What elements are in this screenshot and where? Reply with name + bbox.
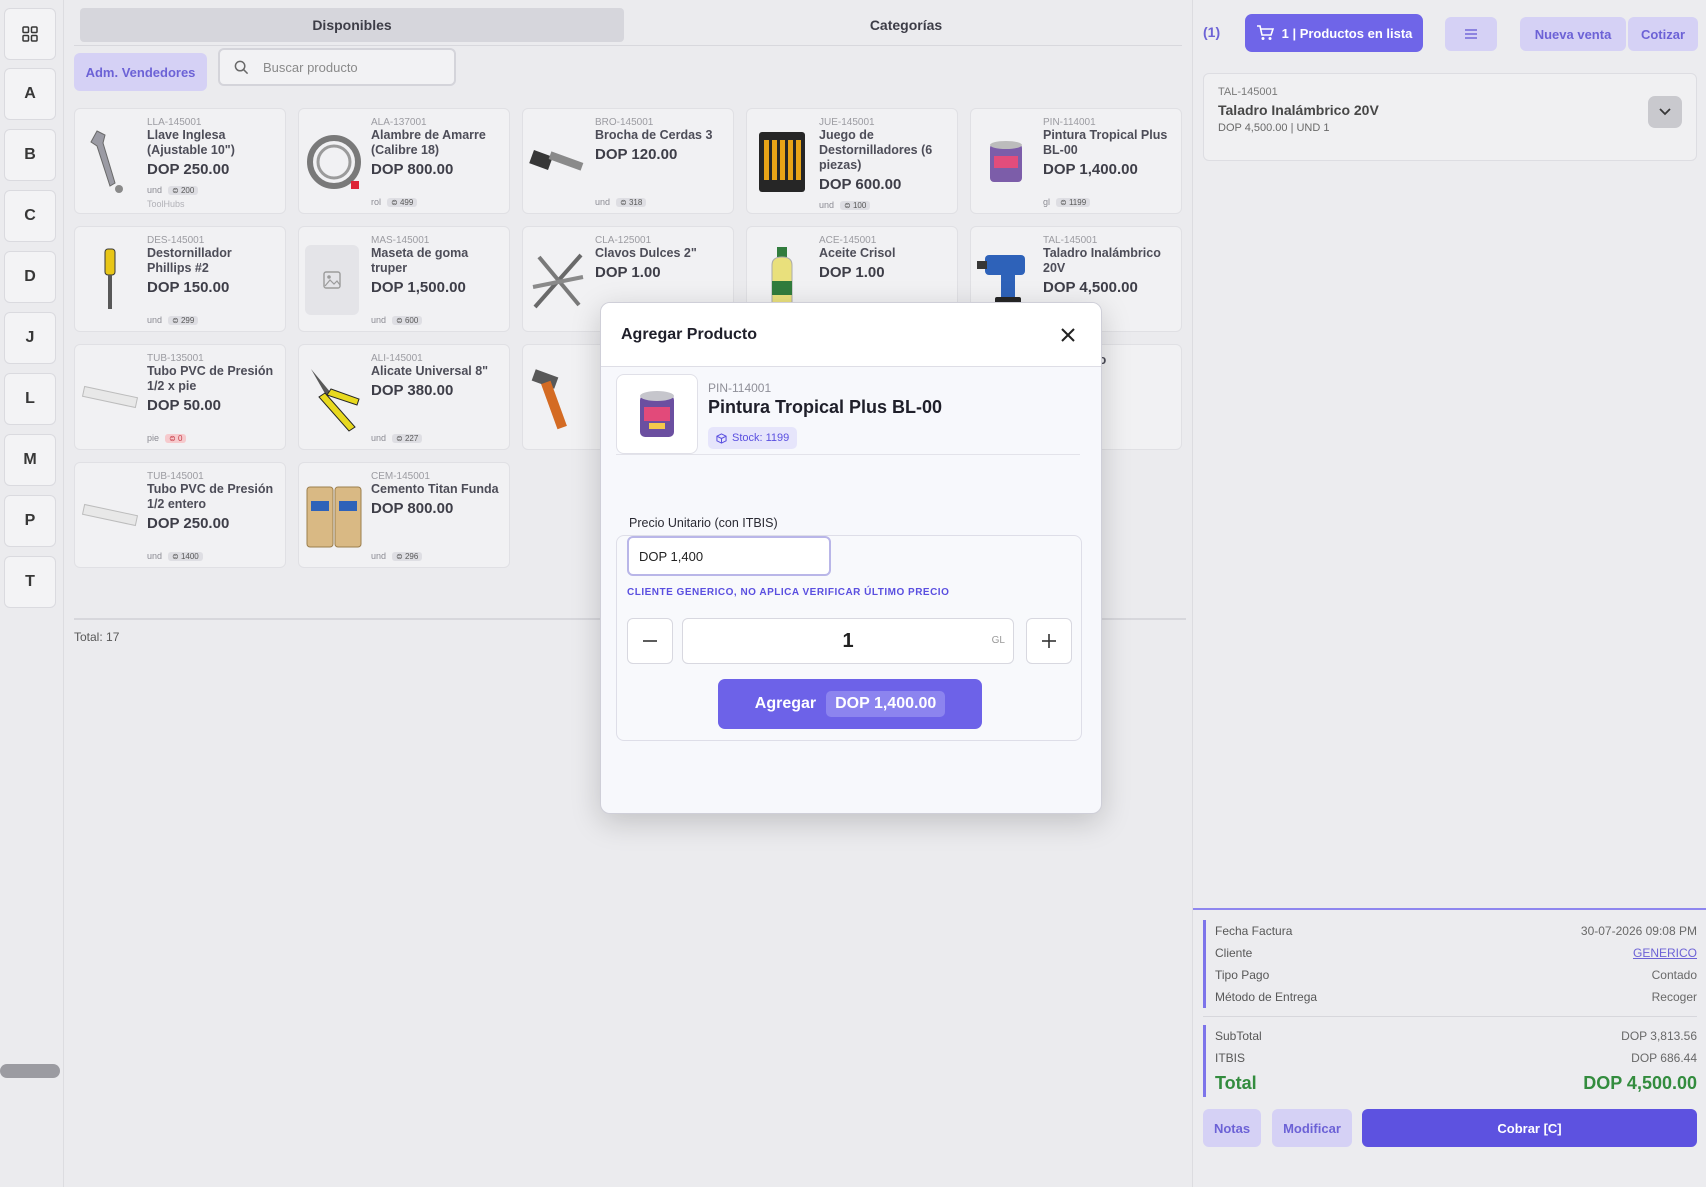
stock-text: Stock: 1199 [732,432,790,444]
price-label: Precio Unitario (con ITBIS) [629,516,778,530]
box-icon [716,432,727,444]
quantity-input[interactable]: 1 GL [682,618,1014,664]
plus-icon [1042,634,1056,648]
stock-badge: Stock: 1199 [708,427,798,449]
price-input[interactable] [627,536,831,576]
increase-quantity-button[interactable] [1026,618,1072,664]
close-button[interactable] [1055,322,1081,348]
dialog-header: Agregar Producto [601,303,1101,367]
add-product-button[interactable]: Agregar DOP 1,400.00 [718,679,982,729]
dialog-title: Agregar Producto [621,325,758,343]
add-label: Agregar [754,695,817,712]
quantity-value: 1 [842,629,854,652]
price-notice: CLIENTE GENERICO, NO APLICA VERIFICAR ÚL… [627,587,950,598]
paint-can-icon [616,374,698,454]
add-price: DOP 1,400.00 [826,691,946,717]
quantity-unit: GL [991,635,1005,646]
price-quantity-panel: CLIENTE GENERICO, NO APLICA VERIFICAR ÚL… [616,535,1082,741]
close-icon [1061,327,1075,342]
selected-product: PIN-114001 Pintura Tropical Plus BL-00 S… [616,371,1080,455]
product-name: Pintura Tropical Plus BL-00 [708,397,943,417]
decrease-quantity-button[interactable] [627,618,673,664]
add-product-dialog: Agregar Producto PIN-114001 Pintura Trop… [600,302,1102,814]
minus-icon [643,640,657,642]
product-code: PIN-114001 [708,381,772,395]
